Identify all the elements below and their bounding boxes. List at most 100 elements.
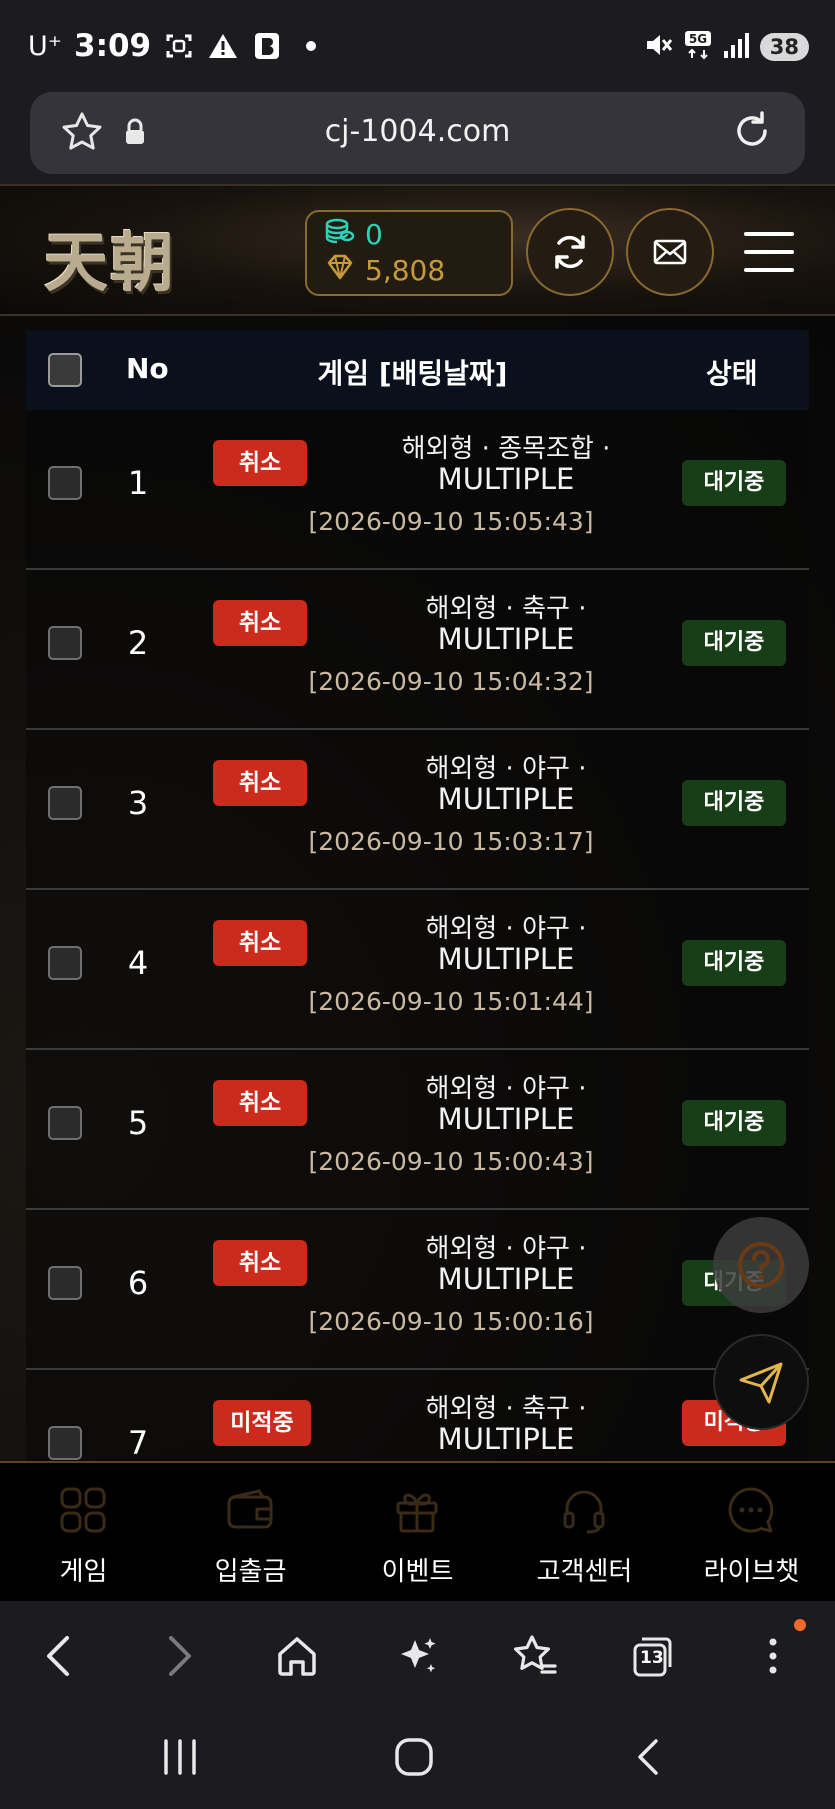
row-number: 7 <box>127 1424 149 1461</box>
table-row: 1 취소 해외형 · 종목조합 · MULTIPLE [2026-09-10 1… <box>26 410 809 570</box>
row-checkbox[interactable] <box>48 946 82 980</box>
nav-item-event[interactable]: 이벤트 <box>334 1463 501 1603</box>
diamond-icon <box>325 254 355 287</box>
row-number: 6 <box>127 1264 149 1302</box>
cancel-button[interactable]: 취소 <box>213 760 307 806</box>
back-nav-button[interactable] <box>632 1737 662 1781</box>
row-checkbox[interactable] <box>48 1266 82 1300</box>
row-checkbox[interactable] <box>48 1106 82 1140</box>
forward-button[interactable] <box>155 1631 205 1681</box>
balance-box[interactable]: 0 5,808 <box>305 210 513 296</box>
home-icon <box>278 1637 316 1676</box>
status-bar: U⁺ 3:09 5G 38 <box>0 0 835 92</box>
cancel-button[interactable]: 취소 <box>213 1080 307 1126</box>
status-right: 5G 38 <box>644 30 809 64</box>
bet-date: [2026-09-10 15:00:43] <box>308 1147 594 1176</box>
bet-date: [2026-09-10 15:04:32] <box>308 667 594 696</box>
cancel-button[interactable]: 취소 <box>213 600 307 646</box>
status-left: U⁺ 3:09 <box>28 28 327 64</box>
bookmarks-button[interactable] <box>510 1631 560 1681</box>
row-checkbox[interactable] <box>48 626 82 660</box>
warning-icon <box>207 30 239 62</box>
site-logo[interactable]: 天朝 <box>44 212 176 304</box>
game-mode: MULTIPLE <box>437 462 575 496</box>
nav-label: 이벤트 <box>381 1557 454 1587</box>
game-mode: MULTIPLE <box>437 782 575 816</box>
bet-history: No 게임 [배팅날짜] 상태 1 취소 해외형 · 종목조합 · MULTIP… <box>0 316 835 1461</box>
game-type: 해외형 · 야구 · <box>425 754 587 784</box>
refresh-button[interactable] <box>526 208 614 296</box>
row-checkbox[interactable] <box>48 786 82 820</box>
refresh-icon <box>555 235 585 269</box>
game-mode: MULTIPLE <box>437 622 575 656</box>
signal-icon <box>722 31 750 63</box>
hamburger-menu-icon[interactable] <box>744 232 794 272</box>
coin-balance: 0 <box>325 218 383 251</box>
table-row: 2 취소 해외형 · 축구 · MULTIPLE [2026-09-10 15:… <box>26 570 809 730</box>
column-game: 게임 [배팅날짜] <box>317 357 508 390</box>
nav-label: 입출금 <box>214 1557 287 1587</box>
telegram-button[interactable] <box>713 1334 809 1430</box>
grid-icon <box>60 1487 106 1533</box>
battery-indicator: 38 <box>759 33 809 61</box>
chevron-left-icon <box>47 1636 69 1676</box>
table-row: 5 취소 해외형 · 야구 · MULTIPLE [2026-09-10 15:… <box>26 1050 809 1210</box>
recent-apps-button[interactable] <box>160 1737 200 1781</box>
help-button[interactable] <box>713 1217 809 1313</box>
browser-toolbar: cj-1004.com <box>0 92 835 184</box>
bet-date: [2026-09-10 15:00:16] <box>308 1307 594 1336</box>
miss-badge[interactable]: 미적중 <box>213 1400 311 1446</box>
carrier-label: U⁺ <box>28 30 63 62</box>
nav-label: 고객센터 <box>536 1557 633 1587</box>
cancel-button[interactable]: 취소 <box>213 1240 307 1286</box>
home-nav-button[interactable] <box>394 1737 434 1781</box>
nav-item-live-chat[interactable]: 라이브챗 <box>668 1463 835 1603</box>
nav-label: 라이브챗 <box>703 1557 800 1587</box>
more-menu-button[interactable] <box>748 1631 798 1681</box>
nav-item-support[interactable]: 고객센터 <box>501 1463 668 1603</box>
more-vertical-icon <box>769 1638 777 1674</box>
point-balance-value: 5,808 <box>365 254 446 287</box>
mail-button[interactable] <box>626 208 714 296</box>
ai-sparkle-button[interactable] <box>392 1631 442 1681</box>
tabs-button[interactable]: 13 <box>628 1631 678 1681</box>
table-header: No 게임 [배팅날짜] 상태 <box>26 330 809 410</box>
table-row: 6 취소 해외형 · 야구 · MULTIPLE [2026-09-10 15:… <box>26 1210 809 1370</box>
cancel-button[interactable]: 취소 <box>213 920 307 966</box>
url-text[interactable]: cj-1004.com <box>30 114 805 149</box>
game-type: 해외형 · 야구 · <box>425 1234 587 1264</box>
coins-icon <box>325 218 355 251</box>
row-checkbox[interactable] <box>48 1426 82 1460</box>
site-header: 天朝 0 5,808 <box>0 184 835 316</box>
chevron-right-icon <box>169 1636 191 1676</box>
address-bar[interactable]: cj-1004.com <box>30 92 805 174</box>
reload-icon[interactable] <box>729 108 775 158</box>
table-row: 4 취소 해외형 · 야구 · MULTIPLE [2026-09-10 15:… <box>26 890 809 1050</box>
row-number: 4 <box>127 944 149 982</box>
game-mode: MULTIPLE <box>437 1262 575 1296</box>
game-type: 해외형 · 야구 · <box>425 914 587 944</box>
clock: 3:09 <box>74 28 152 64</box>
dot-icon <box>295 30 327 62</box>
headset-icon <box>563 1490 605 1534</box>
network-5g-icon: 5G <box>684 30 712 64</box>
tab-count: 13 <box>640 1648 664 1668</box>
back-button[interactable] <box>33 1631 83 1681</box>
row-checkbox[interactable] <box>48 466 82 500</box>
home-circle-icon <box>395 1738 433 1776</box>
system-navigation-bar <box>0 1707 835 1809</box>
game-type: 해외형 · 야구 · <box>425 1074 587 1104</box>
cancel-button[interactable]: 취소 <box>213 440 307 486</box>
row-number: 2 <box>127 624 149 662</box>
nav-item-deposit-withdraw[interactable]: 입출금 <box>167 1463 334 1603</box>
home-button[interactable] <box>272 1631 322 1681</box>
game-mode: MULTIPLE <box>437 942 575 976</box>
mute-icon <box>644 31 674 63</box>
help-icon <box>738 1242 784 1288</box>
column-status: 상태 <box>706 357 758 390</box>
game-mode: MULTIPLE <box>437 1422 575 1456</box>
back-arrow-icon <box>638 1739 658 1775</box>
row-number: 3 <box>127 784 149 822</box>
nav-label: 게임 <box>59 1557 108 1587</box>
nav-item-game[interactable]: 게임 <box>0 1463 167 1603</box>
